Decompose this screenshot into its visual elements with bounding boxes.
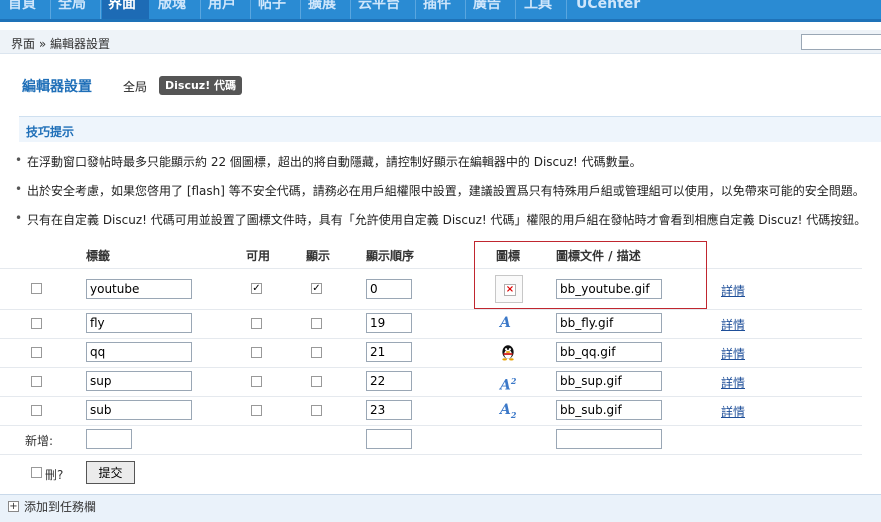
display-checkbox[interactable]: ✓ <box>311 283 322 294</box>
tag-input[interactable] <box>86 313 192 333</box>
subtab-discuz-code[interactable]: Discuz! 代碼 <box>159 76 243 95</box>
nav-divider <box>566 0 567 19</box>
tip-item: 只有在自定義 Discuz! 代碼可用並設置了圖標文件時，具有「允許使用自定義 … <box>15 211 866 228</box>
page-title: 編輯器設置 <box>22 79 92 95</box>
row-divider <box>0 309 862 310</box>
new-order-input[interactable] <box>366 429 412 449</box>
display-checkbox[interactable] <box>311 347 322 358</box>
nav-tab-plugins[interactable]: 插件 <box>423 0 451 19</box>
nav-tab-cloud[interactable]: 云平台 <box>358 0 400 19</box>
submit-button[interactable]: 提交 <box>86 461 135 484</box>
available-checkbox[interactable] <box>251 405 262 416</box>
nav-tab-forums[interactable]: 版塊 <box>158 0 186 19</box>
delete-checkbox[interactable] <box>31 347 42 358</box>
tag-input[interactable] <box>86 342 192 362</box>
icon-file-input[interactable] <box>556 313 662 333</box>
row-divider <box>0 367 862 368</box>
fly-icon: A <box>500 315 511 331</box>
tip-item: 在浮動窗口發帖時最多只能顯示約 22 個圖標，超出的將自動隱藏，請控制好顯示在編… <box>15 153 642 170</box>
row-divider <box>0 396 862 397</box>
add-new-label: 新增: <box>25 434 54 448</box>
available-checkbox[interactable] <box>251 318 262 329</box>
order-input[interactable] <box>366 313 412 333</box>
available-checkbox[interactable]: ✓ <box>251 283 262 294</box>
delete-label: 刪? <box>45 468 64 482</box>
new-tag-input[interactable] <box>86 429 132 449</box>
superscript-icon: A2 <box>500 376 517 394</box>
tip-item: 出於安全考慮，如果您啓用了 [flash] 等不安全代碼，請務必在用戶組權限中設… <box>15 182 865 199</box>
nav-divider <box>515 0 516 19</box>
nav-tab-users[interactable]: 用戶 <box>208 0 236 19</box>
delete-checkbox[interactable] <box>31 318 42 329</box>
nav-tab-posts[interactable]: 帖子 <box>258 0 286 19</box>
display-checkbox[interactable] <box>311 318 322 329</box>
nav-tab-interface[interactable]: 界面 <box>102 0 149 19</box>
nav-divider <box>300 0 301 19</box>
highlight-box <box>474 241 707 309</box>
search-input[interactable] <box>801 34 881 50</box>
header-display: 顯示 <box>306 249 331 263</box>
detail-link[interactable]: 詳情 <box>721 282 745 299</box>
breadcrumb-bar: 界面 » 編輯器設置 <box>0 30 881 54</box>
delete-all-checkbox[interactable] <box>31 467 42 478</box>
nav-divider <box>50 0 51 19</box>
nav-tab-global[interactable]: 全局 <box>58 0 86 19</box>
top-nav: 首頁 全局 界面 版塊 用戶 帖子 擴展 云平台 插件 廣告 工具 UCente… <box>0 0 881 22</box>
tips-header: 技巧提示 <box>19 116 881 142</box>
icon-file-input[interactable] <box>556 371 662 391</box>
detail-link[interactable]: 詳情 <box>721 403 745 420</box>
row-divider <box>0 425 862 426</box>
nav-tab-home[interactable]: 首頁 <box>8 0 36 19</box>
order-input[interactable] <box>366 371 412 391</box>
delete-checkbox[interactable] <box>31 376 42 387</box>
row-divider <box>0 338 862 339</box>
nav-tab-tools[interactable]: 工具 <box>524 0 552 19</box>
detail-link[interactable]: 詳情 <box>721 316 745 333</box>
nav-divider <box>350 0 351 19</box>
tag-input[interactable] <box>86 371 192 391</box>
nav-tab-ads[interactable]: 廣告 <box>473 0 501 19</box>
plus-icon[interactable]: + <box>8 501 19 512</box>
taskbar-bar: + 添加到任務欄 <box>0 494 881 522</box>
new-icon-file-input[interactable] <box>556 429 662 449</box>
header-tag: 標籤 <box>86 249 111 263</box>
tag-input[interactable] <box>86 279 192 299</box>
available-checkbox[interactable] <box>251 376 262 387</box>
subtab-global[interactable]: 全局 <box>123 78 147 95</box>
header-order: 顯示順序 <box>366 249 415 263</box>
nav-divider <box>250 0 251 19</box>
breadcrumb: 界面 » 編輯器設置 <box>11 37 110 51</box>
nav-tab-ucenter[interactable]: UCenter <box>576 0 640 19</box>
row-divider <box>0 454 862 455</box>
nav-divider <box>465 0 466 19</box>
nav-divider <box>100 0 101 19</box>
tips-heading: 技巧提示 <box>26 125 75 139</box>
delete-checkbox[interactable] <box>31 405 42 416</box>
detail-link[interactable]: 詳情 <box>721 345 745 362</box>
detail-link[interactable]: 詳情 <box>721 374 745 391</box>
available-checkbox[interactable] <box>251 347 262 358</box>
tag-input[interactable] <box>86 400 192 420</box>
order-input[interactable] <box>366 400 412 420</box>
row-divider <box>0 268 862 269</box>
icon-file-input[interactable] <box>556 400 662 420</box>
nav-tab-extend[interactable]: 擴展 <box>308 0 336 19</box>
header-available: 可用 <box>246 249 271 263</box>
add-to-taskbar-link[interactable]: 添加到任務欄 <box>24 498 96 515</box>
qq-penguin-icon <box>502 345 514 361</box>
order-input[interactable] <box>366 279 412 299</box>
icon-file-input[interactable] <box>556 342 662 362</box>
display-checkbox[interactable] <box>311 376 322 387</box>
delete-checkbox[interactable] <box>31 283 42 294</box>
nav-divider <box>415 0 416 19</box>
order-input[interactable] <box>366 342 412 362</box>
display-checkbox[interactable] <box>311 405 322 416</box>
subscript-icon: A2 <box>500 402 517 420</box>
nav-divider <box>200 0 201 19</box>
